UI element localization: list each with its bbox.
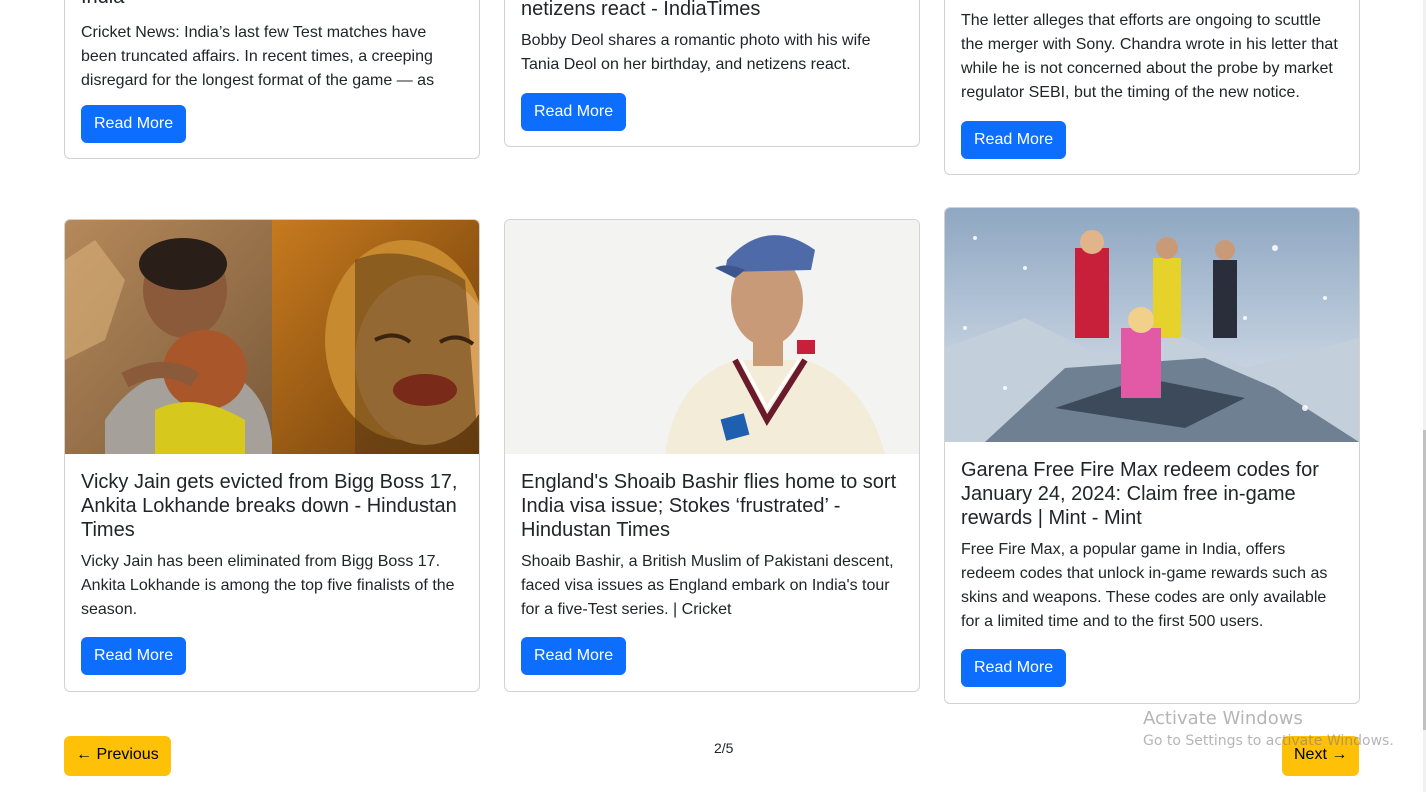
card-title: Garena Free Fire Max redeem codes for Ja… xyxy=(961,459,1319,529)
news-card: Garena Free Fire Max redeem codes for Ja… xyxy=(944,207,1360,704)
card-description: Cricket News: India’s last few Test matc… xyxy=(81,24,435,89)
card-title: India xyxy=(81,0,463,9)
card-description: Bobby Deol shares a romantic photo with … xyxy=(521,32,871,73)
read-more-button[interactable]: Read More xyxy=(961,121,1067,159)
card-description: The letter alleges that efforts are ongo… xyxy=(961,12,1338,101)
free-fire-artwork xyxy=(945,208,1359,442)
read-more-button[interactable]: Read More xyxy=(81,637,187,675)
card-title: netizens react - IndiaTimes xyxy=(521,0,761,20)
read-more-button[interactable]: Read More xyxy=(521,637,627,675)
card-image[interactable] xyxy=(945,208,1359,442)
card-description: Free Fire Max, a popular game in India, … xyxy=(961,541,1328,630)
page-indicator: 2/5 xyxy=(714,740,734,756)
news-card: The letter alleges that efforts are ongo… xyxy=(944,0,1360,175)
news-card: India Cricket News: India’s last few Tes… xyxy=(64,0,480,159)
card-description: Vicky Jain has been eliminated from Bigg… xyxy=(81,553,455,618)
card-description: Shoaib Bashir, a British Muslim of Pakis… xyxy=(521,553,894,618)
bigg-boss-photo xyxy=(65,220,479,454)
news-card: England's Shoaib Bashir flies home to so… xyxy=(504,219,920,692)
read-more-button[interactable]: Read More xyxy=(521,93,627,131)
news-card: Vicky Jain gets evicted from Bigg Boss 1… xyxy=(64,219,480,692)
news-card: netizens react - IndiaTimes Bobby Deol s… xyxy=(504,0,920,147)
read-more-button[interactable]: Read More xyxy=(81,105,187,143)
card-image[interactable] xyxy=(505,220,919,454)
activate-windows-subtitle: Go to Settings to activate Windows. xyxy=(1143,733,1394,749)
cricketer-photo xyxy=(505,220,919,454)
previous-page-button[interactable]: ← Previous xyxy=(64,736,171,776)
read-more-button[interactable]: Read More xyxy=(961,649,1067,687)
card-title: England's Shoaib Bashir flies home to so… xyxy=(521,471,897,541)
card-image[interactable] xyxy=(65,220,479,454)
activate-windows-title: Activate Windows xyxy=(1143,708,1303,729)
card-title: Vicky Jain gets evicted from Bigg Boss 1… xyxy=(81,471,458,541)
